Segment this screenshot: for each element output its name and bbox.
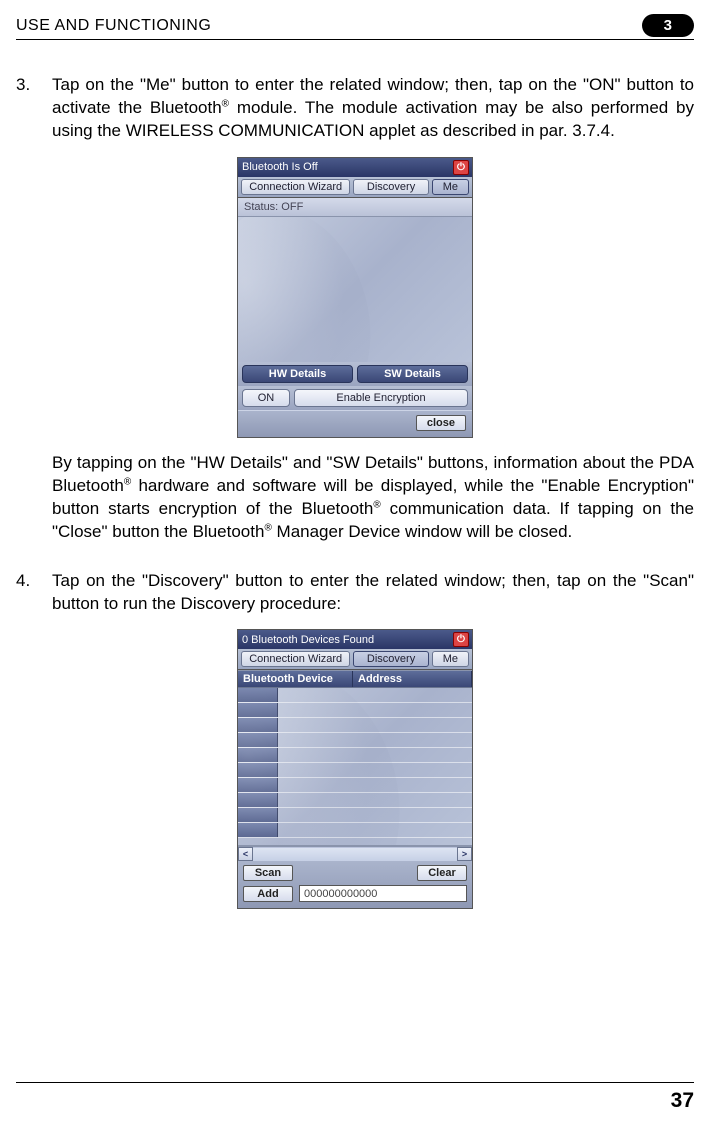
- table-row[interactable]: [238, 823, 472, 838]
- table-header: Bluetooth Device Address: [238, 670, 472, 688]
- table-row[interactable]: [238, 748, 472, 763]
- cmd-row-1: Scan Clear: [243, 865, 467, 881]
- table-row[interactable]: [238, 778, 472, 793]
- col-address[interactable]: Address: [353, 671, 472, 687]
- clear-button[interactable]: Clear: [417, 865, 467, 881]
- pda1-tabrow: Connection Wizard Discovery Me: [238, 177, 472, 198]
- pda1-close-strip: close: [238, 410, 472, 437]
- pda-window-discovery: 0 Bluetooth Devices Found ⏻ Connection W…: [237, 629, 473, 909]
- status-row: Status: OFF: [238, 198, 472, 217]
- pda2-tabrow: Connection Wizard Discovery Me: [238, 649, 472, 670]
- tab-discovery[interactable]: Discovery: [353, 651, 428, 667]
- scan-button[interactable]: Scan: [243, 865, 293, 881]
- p-d: Manager Device window will be closed.: [272, 522, 572, 541]
- chapter-badge: 3: [642, 14, 694, 37]
- close-button[interactable]: close: [416, 415, 466, 431]
- scroll-track[interactable]: [253, 847, 457, 861]
- pda1-title: Bluetooth Is Off: [242, 161, 318, 173]
- address-input[interactable]: [299, 885, 467, 902]
- on-button[interactable]: ON: [242, 389, 290, 407]
- device-grid: [238, 688, 472, 846]
- scroll-right-icon[interactable]: >: [457, 847, 472, 861]
- page-footer: 37: [16, 1082, 694, 1113]
- reg-mark: ®: [264, 522, 271, 533]
- page-header: USE AND FUNCTIONING 3: [16, 14, 694, 40]
- step-4: 4. Tap on the "Discovery" button to ente…: [16, 570, 694, 616]
- step-text: Tap on the "Me" button to enter the rela…: [52, 74, 694, 143]
- header-title: USE AND FUNCTIONING: [16, 17, 211, 35]
- table-row[interactable]: [238, 688, 472, 703]
- page-number: 37: [671, 1089, 694, 1113]
- table-row[interactable]: [238, 718, 472, 733]
- tab-me[interactable]: Me: [432, 651, 469, 667]
- hw-details-button[interactable]: HW Details: [242, 365, 353, 383]
- tab-connection-wizard[interactable]: Connection Wizard: [241, 179, 350, 195]
- figure-1: Bluetooth Is Off ⏻ Connection Wizard Dis…: [16, 157, 694, 438]
- cmd-row-2: Add: [243, 885, 467, 902]
- sw-details-button[interactable]: SW Details: [357, 365, 468, 383]
- power-icon[interactable]: ⏻: [453, 160, 469, 175]
- reg-mark: ®: [222, 98, 229, 109]
- table-row[interactable]: [238, 703, 472, 718]
- reg-mark: ®: [373, 499, 380, 510]
- enable-encryption-button[interactable]: Enable Encryption: [294, 389, 468, 407]
- pda2-title: 0 Bluetooth Devices Found: [242, 634, 374, 646]
- step3-followup-paragraph: By tapping on the "HW Details" and "SW D…: [52, 452, 694, 544]
- pda2-command-area: Scan Clear Add: [238, 861, 472, 908]
- page-body: 3. Tap on the "Me" button to enter the r…: [16, 40, 694, 909]
- table-row[interactable]: [238, 793, 472, 808]
- pda1-body: [238, 217, 472, 362]
- step-number: 3.: [16, 74, 34, 143]
- pda1-button-row-2: ON Enable Encryption: [238, 386, 472, 410]
- step-3: 3. Tap on the "Me" button to enter the r…: [16, 74, 694, 143]
- pda2-titlebar: 0 Bluetooth Devices Found ⏻: [238, 630, 472, 649]
- tab-discovery[interactable]: Discovery: [353, 179, 428, 195]
- figure-2: 0 Bluetooth Devices Found ⏻ Connection W…: [16, 629, 694, 909]
- tab-connection-wizard[interactable]: Connection Wizard: [241, 651, 350, 667]
- table-row[interactable]: [238, 763, 472, 778]
- horizontal-scrollbar[interactable]: < >: [238, 846, 472, 861]
- pda1-titlebar: Bluetooth Is Off ⏻: [238, 158, 472, 177]
- col-bluetooth-device[interactable]: Bluetooth Device: [238, 671, 353, 687]
- table-row[interactable]: [238, 808, 472, 823]
- add-button[interactable]: Add: [243, 886, 293, 902]
- table-row[interactable]: [238, 733, 472, 748]
- pda1-button-row-1: HW Details SW Details: [238, 362, 472, 386]
- step-number: 4.: [16, 570, 34, 616]
- tab-me[interactable]: Me: [432, 179, 469, 195]
- scroll-left-icon[interactable]: <: [238, 847, 253, 861]
- step-text: Tap on the "Discovery" button to enter t…: [52, 570, 694, 616]
- power-icon[interactable]: ⏻: [453, 632, 469, 647]
- pda-window-me: Bluetooth Is Off ⏻ Connection Wizard Dis…: [237, 157, 473, 438]
